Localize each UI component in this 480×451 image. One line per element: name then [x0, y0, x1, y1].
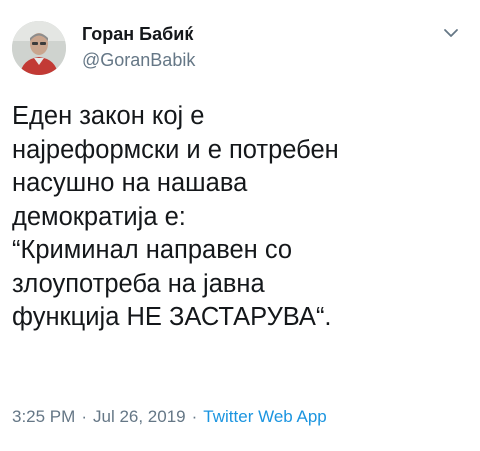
author-handle[interactable]: @GoranBabik: [82, 49, 195, 71]
tweet-text-line: функција НЕ ЗАСТАРУВА“.: [12, 303, 332, 331]
separator: ·: [191, 407, 198, 426]
tweet-text-line: демократија е:: [12, 202, 186, 231]
tweet-date[interactable]: Jul 26, 2019: [93, 407, 186, 426]
tweet-text: Еден закон кој е најреформски и е потреб…: [12, 100, 468, 335]
tweet-text-line: најреформски и е потребен: [12, 135, 339, 164]
separator: ·: [81, 407, 87, 426]
chevron-down-icon[interactable]: [442, 26, 460, 40]
tweet-text-line: злоупотреба на јавна: [12, 269, 265, 298]
author-info: Горан Бабиќ @GoranBabik: [82, 23, 195, 71]
avatar[interactable]: [12, 21, 66, 75]
tweet-metadata: 3:25 PM · Jul 26, 2019 · Twitter Web App: [12, 406, 327, 428]
tweet-text-line: “Криминал направен со: [12, 236, 293, 264]
tweet-source-link[interactable]: Twitter Web App: [203, 407, 326, 426]
tweet-text-line: Еден закон кој е: [12, 102, 205, 130]
tweet-card: Горан Бабиќ @GoranBabik Еден закон кој е…: [0, 0, 480, 451]
avatar-image: [12, 21, 66, 75]
author-display-name[interactable]: Горан Бабиќ: [82, 23, 195, 45]
tweet-time[interactable]: 3:25 PM: [12, 407, 75, 426]
tweet-text-line: насушно на нашава: [12, 169, 248, 197]
